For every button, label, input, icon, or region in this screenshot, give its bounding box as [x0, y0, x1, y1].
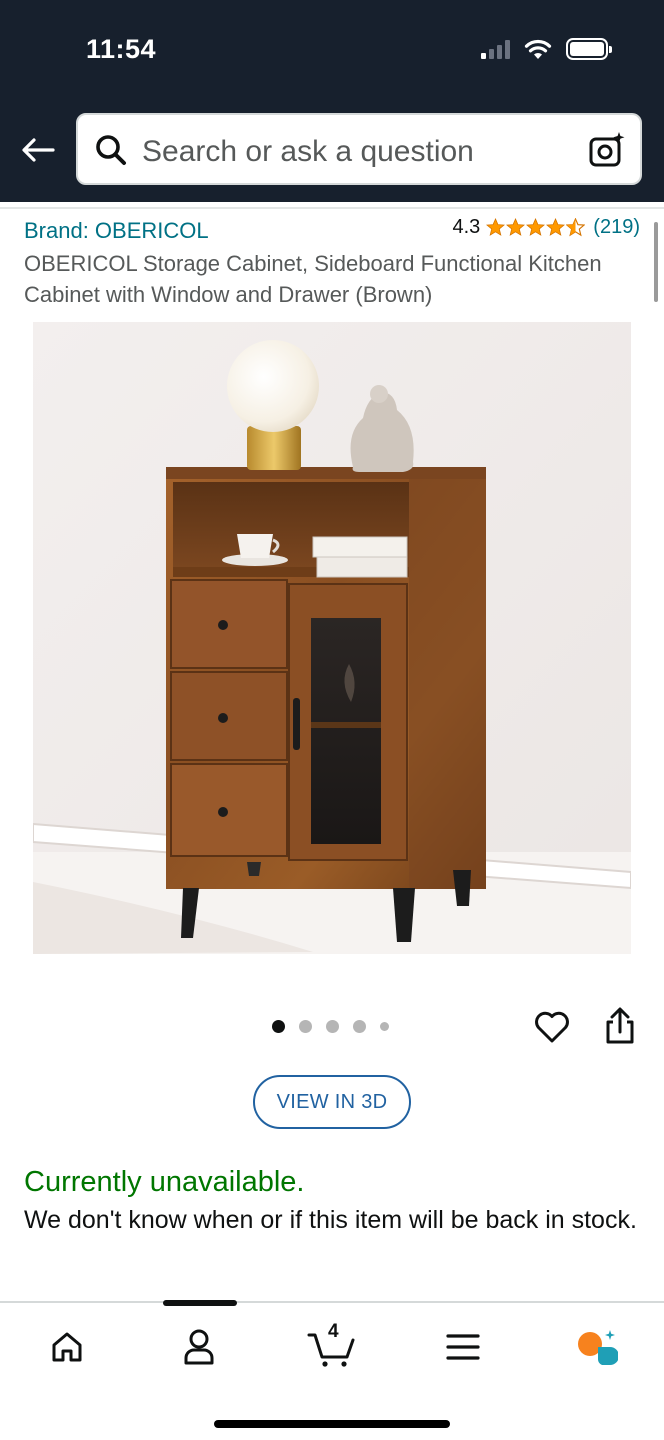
- account-icon: [184, 1329, 214, 1365]
- product-image[interactable]: [33, 322, 631, 954]
- search-bar[interactable]: Search or ask a question: [76, 113, 642, 185]
- tab-account[interactable]: [169, 1323, 229, 1371]
- tab-cart[interactable]: 4: [301, 1321, 361, 1371]
- share-icon[interactable]: [602, 1006, 638, 1046]
- cart-count-badge: 4: [328, 1321, 339, 1342]
- active-tab-indicator: [163, 1300, 237, 1306]
- status-time: 11:54: [86, 34, 157, 64]
- carousel-dot[interactable]: [299, 1020, 312, 1033]
- carousel-dot-active[interactable]: [272, 1020, 285, 1033]
- home-indicator-bar: [214, 1420, 450, 1428]
- tab-home[interactable]: [37, 1323, 97, 1371]
- status-icons: [481, 38, 612, 60]
- wifi-icon: [524, 39, 552, 59]
- carousel-dot[interactable]: [326, 1020, 339, 1033]
- image-carousel-dots: [272, 1020, 389, 1033]
- star-full-icon: [506, 218, 526, 236]
- scrollbar: [654, 222, 658, 302]
- carousel-dot[interactable]: [380, 1022, 389, 1031]
- camera-search-icon[interactable]: [588, 131, 626, 169]
- star-full-icon: [526, 218, 546, 236]
- app-header: 11:54 Search or ask a question: [0, 0, 664, 202]
- brand-link[interactable]: Brand: OBERICOL: [24, 218, 209, 244]
- star-half-icon: [566, 218, 586, 237]
- back-button[interactable]: [18, 130, 58, 170]
- view-in-3d-button[interactable]: VIEW IN 3D: [253, 1075, 411, 1129]
- tab-menu[interactable]: [433, 1323, 493, 1371]
- star-full-icon: [486, 218, 506, 236]
- star-full-icon: [546, 218, 566, 236]
- carousel-dot[interactable]: [353, 1020, 366, 1033]
- availability-message: We don't know when or if this item will …: [24, 1206, 637, 1234]
- battery-icon: [566, 38, 612, 60]
- home-icon: [52, 1332, 82, 1362]
- header-divider: [0, 207, 664, 209]
- availability-status: Currently unavailable.: [24, 1166, 305, 1198]
- back-arrow-icon: [22, 138, 55, 162]
- search-icon: [96, 135, 126, 165]
- search-input[interactable]: Search or ask a question: [142, 135, 474, 169]
- menu-hamburger-icon: [446, 1334, 480, 1360]
- cellular-signal-icon: [481, 39, 510, 59]
- review-count-link[interactable]: (219): [593, 216, 640, 239]
- wishlist-heart-icon[interactable]: [533, 1008, 571, 1046]
- rufus-assistant-icon: [578, 1330, 618, 1365]
- product-title: OBERICOL Storage Cabinet, Sideboard Func…: [24, 251, 602, 307]
- rating-value: 4.3: [452, 216, 481, 238]
- cabinet-illustration: [33, 322, 631, 954]
- tab-rufus-assistant[interactable]: [566, 1323, 626, 1371]
- rating-summary[interactable]: 4.3 (219): [452, 216, 640, 239]
- bottom-tab-bar: 4: [0, 1300, 664, 1440]
- star-rating: [486, 218, 586, 237]
